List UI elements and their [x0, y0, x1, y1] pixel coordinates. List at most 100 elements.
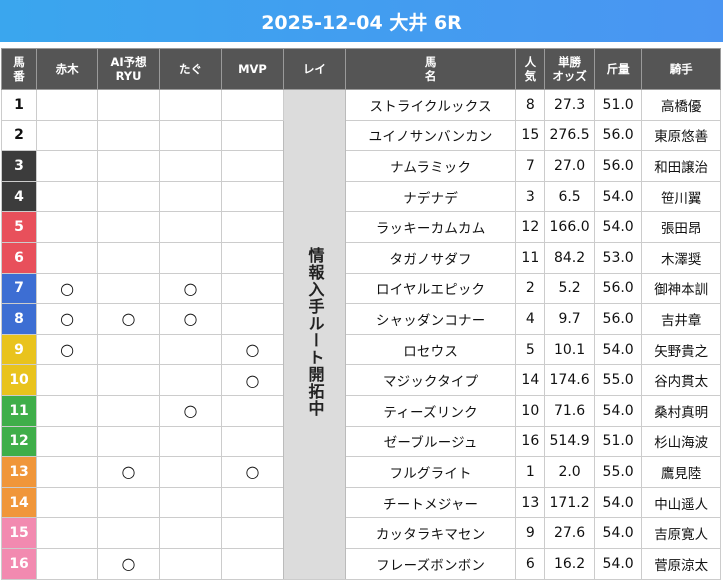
popularity: 7	[515, 150, 546, 182]
mark-tagu	[159, 456, 222, 488]
horse-name: ティーズリンク	[344, 394, 517, 427]
mark-akagi	[36, 486, 99, 519]
table-row: 5 ラッキーカムカム 12 166.0 54.0 張田昂	[0, 211, 721, 243]
horse-name: ストライクルックス	[344, 89, 517, 121]
weight: 53.0	[593, 241, 643, 274]
mark-ai-ryu	[97, 364, 161, 396]
horse-name: ロイヤルエピック	[344, 272, 517, 305]
mark-mvp	[220, 425, 284, 458]
popularity: 10	[515, 394, 546, 427]
popularity: 15	[515, 119, 546, 152]
mark-akagi	[36, 150, 99, 182]
mark-mvp	[220, 119, 284, 152]
odds: 166.0	[544, 211, 595, 243]
horse-name: シャッダンコナー	[344, 303, 517, 335]
odds: 84.2	[544, 241, 595, 274]
odds: 174.6	[544, 364, 595, 396]
jockey: 和田譲治	[641, 150, 721, 182]
odds: 10.1	[544, 333, 595, 366]
header-mvp: MVP	[220, 48, 284, 90]
mark-akagi: ○	[36, 303, 99, 335]
horse-number: 14	[0, 486, 38, 519]
horse-number: 8	[0, 303, 38, 335]
weight: 51.0	[593, 425, 643, 458]
mark-ai-ryu	[97, 333, 161, 366]
horse-name: ナデナデ	[344, 180, 517, 213]
jockey: 張田昂	[641, 211, 721, 243]
mark-tagu	[159, 211, 222, 243]
mark-ai-ryu: ○	[97, 303, 161, 335]
horse-name: ラッキーカムカム	[344, 211, 517, 243]
table-row: 12 ゼーブルージュ 16 514.9 51.0 杉山海波	[0, 425, 721, 458]
horse-number: 6	[0, 241, 38, 274]
mark-ai-ryu	[97, 119, 161, 152]
weight: 54.0	[593, 394, 643, 427]
mark-mvp	[220, 241, 284, 274]
header-num: 馬 番	[0, 48, 38, 90]
mark-ai-ryu: ○	[97, 547, 161, 580]
horse-number: 4	[0, 180, 38, 213]
table-row: 11 ○ ティーズリンク 10 71.6 54.0 桑村真明	[0, 394, 721, 427]
table-row: 9 ○ ○ ロセウス 5 10.1 54.0 矢野貴之	[0, 333, 721, 366]
horse-name: ロセウス	[344, 333, 517, 366]
header-ai: AI予想 RYU	[97, 48, 161, 90]
popularity: 3	[515, 180, 546, 213]
mark-akagi: ○	[36, 333, 99, 366]
weight: 56.0	[593, 150, 643, 182]
rei-column: 情報入手ルート開拓中	[282, 89, 346, 580]
jockey: 桑村真明	[641, 394, 721, 427]
mark-tagu: ○	[159, 272, 222, 305]
mark-mvp: ○	[220, 364, 284, 396]
odds: 16.2	[544, 547, 595, 580]
jockey: 笹川翼	[641, 180, 721, 213]
odds: 71.6	[544, 394, 595, 427]
table-row: 4 ナデナデ 3 6.5 54.0 笹川翼	[0, 180, 721, 213]
horse-number: 1	[0, 89, 38, 121]
mark-mvp	[220, 89, 284, 121]
mark-mvp	[220, 486, 284, 519]
mark-ai-ryu	[97, 394, 161, 427]
popularity: 2	[515, 272, 546, 305]
rei-status-text: 情報入手ルート開拓中	[305, 247, 325, 418]
header-tagu: たぐ	[159, 48, 222, 90]
odds: 276.5	[544, 119, 595, 152]
jockey: 木澤奨	[641, 241, 721, 274]
jockey: 吉原寛人	[641, 517, 721, 549]
weight: 54.0	[593, 547, 643, 580]
mark-tagu	[159, 364, 222, 396]
table-row: 1 情報入手ルート開拓中 ストライクルックス 8 27.3 51.0 高橋優	[0, 89, 721, 580]
jockey: 矢野貴之	[641, 333, 721, 366]
mark-akagi	[36, 456, 99, 488]
mark-mvp: ○	[220, 333, 284, 366]
jockey: 杉山海波	[641, 425, 721, 458]
mark-mvp	[220, 394, 284, 427]
mark-ai-ryu	[97, 89, 161, 121]
weight: 54.0	[593, 486, 643, 519]
table-body: 1 情報入手ルート開拓中 ストライクルックス 8 27.3 51.0 高橋優 2 ユイノサンバン…	[0, 89, 721, 580]
table-row: 2 ユイノサンバンカン 15 276.5 56.0 東原悠善	[0, 119, 721, 152]
mark-mvp	[220, 517, 284, 549]
odds: 514.9	[544, 425, 595, 458]
horse-name: カッタラキマセン	[344, 517, 517, 549]
table-row: 8 ○ ○ ○ シャッダンコナー 4 9.7 56.0 吉井章	[0, 303, 721, 335]
jockey: 東原悠善	[641, 119, 721, 152]
mark-tagu	[159, 486, 222, 519]
mark-tagu	[159, 150, 222, 182]
mark-tagu	[159, 425, 222, 458]
mark-tagu	[159, 241, 222, 274]
mark-mvp	[220, 180, 284, 213]
popularity: 11	[515, 241, 546, 274]
table-row: 7 ○ ○ ロイヤルエピック 2 5.2 56.0 御神本訓	[0, 272, 721, 305]
table-row: 6 タガノサダフ 11 84.2 53.0 木澤奨	[0, 241, 721, 274]
horse-number: 5	[0, 211, 38, 243]
horse-number: 16	[0, 547, 38, 580]
jockey: 菅原涼太	[641, 547, 721, 580]
mark-tagu	[159, 180, 222, 213]
odds: 2.0	[544, 456, 595, 488]
popularity: 13	[515, 486, 546, 519]
odds: 27.3	[544, 89, 595, 121]
horse-number: 11	[0, 394, 38, 427]
horse-number: 3	[0, 150, 38, 182]
weight: 54.0	[593, 333, 643, 366]
mark-akagi	[36, 89, 99, 121]
